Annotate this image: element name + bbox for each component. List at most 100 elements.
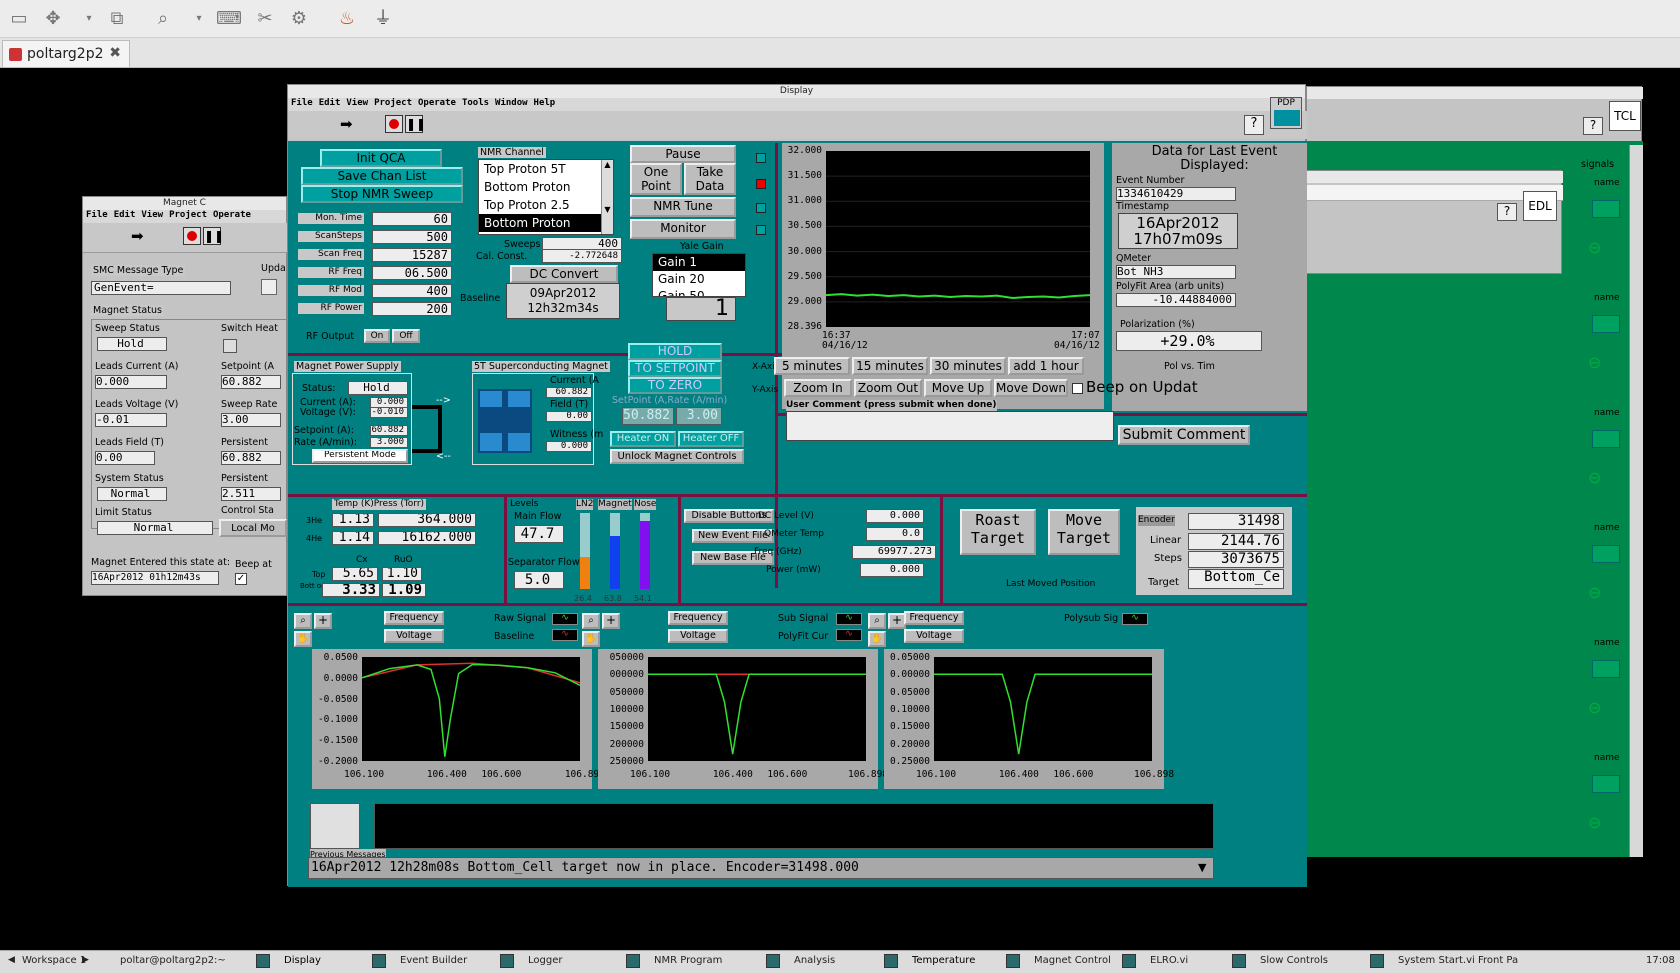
tab-poltarg2p2[interactable]: poltarg2p2 ✖	[2, 40, 130, 67]
voltage-button[interactable]: Voltage	[668, 629, 728, 643]
voltage-button[interactable]: Voltage	[384, 629, 444, 643]
close-icon[interactable]: ✖	[109, 45, 121, 61]
param-value[interactable]: 60	[372, 212, 452, 226]
menu-project[interactable]: Project	[374, 98, 412, 108]
stop-nmr-sweep-button[interactable]: Stop NMR Sweep	[301, 185, 463, 203]
move-up-button[interactable]: Move Up	[924, 379, 992, 397]
signal-slot[interactable]	[1592, 315, 1620, 333]
move-target-button[interactable]: Move Target	[1048, 509, 1120, 555]
menu-tools[interactable]: Tools	[462, 98, 489, 108]
hand-icon[interactable]: ✋	[582, 631, 600, 647]
x-15min-button[interactable]: 15 minutes	[852, 357, 928, 375]
nmr-tune-button[interactable]: NMR Tune	[630, 197, 736, 217]
signal-slot[interactable]	[1592, 430, 1620, 448]
list-item[interactable]: Top Proton 5T	[479, 160, 601, 178]
keyboard-icon[interactable]: ⌨	[216, 6, 242, 32]
crosshair-icon[interactable]: +	[314, 613, 332, 629]
roast-target-button[interactable]: Roast Target	[960, 509, 1036, 555]
knob-icon[interactable]: ⊖	[1588, 353, 1618, 375]
abort-icon[interactable]	[385, 115, 403, 133]
take-data-button[interactable]: Take Data	[684, 163, 736, 195]
window-icon[interactable]: ▭	[6, 6, 32, 32]
move-icon[interactable]: ✥	[40, 6, 66, 32]
monitor-button[interactable]: Monitor	[630, 219, 736, 239]
hand-icon[interactable]: ✋	[868, 631, 886, 647]
settings-icon[interactable]: ⚙	[286, 6, 312, 32]
menu-view[interactable]: View	[141, 210, 163, 220]
dropdown-icon[interactable]: ▾	[186, 6, 212, 32]
signal-slot[interactable]	[1592, 200, 1620, 218]
taskbar-item[interactable]: poltar@poltarg2p2:~	[120, 955, 226, 966]
taskbar-item[interactable]: System Start.vi Front Pa	[1398, 955, 1518, 966]
zoom-icon[interactable]: ⌕	[294, 613, 312, 629]
taskbar-item[interactable]: Magnet Control	[1034, 955, 1111, 966]
move-down-button[interactable]: Move Down	[994, 379, 1068, 397]
cut-icon[interactable]: ✂	[252, 6, 278, 32]
knob-icon[interactable]: ⊖	[1588, 583, 1618, 605]
pause-button[interactable]: Pause	[630, 145, 736, 163]
copy-icon[interactable]: ⧉	[104, 6, 130, 32]
x-30min-button[interactable]: 30 minutes	[930, 357, 1006, 375]
user-comment-input[interactable]	[786, 411, 1114, 441]
taskbar-item[interactable]: Slow Controls	[1260, 955, 1328, 966]
update-toggle[interactable]	[261, 279, 277, 295]
save-chan-list-button[interactable]: Save Chan List	[301, 167, 463, 185]
control-button[interactable]: Local Mo	[219, 519, 287, 537]
menu-view[interactable]: View	[346, 98, 368, 108]
menu-operate[interactable]: Operate	[418, 98, 456, 108]
persistent-mode-button[interactable]: Persistent Mode	[312, 449, 408, 463]
help-icon[interactable]: ?	[1583, 117, 1603, 135]
zoom-icon[interactable]: ⌕	[582, 613, 600, 629]
knob-icon[interactable]: ⊖	[1588, 238, 1618, 260]
to-setpoint-button[interactable]: TO SETPOINT	[628, 360, 722, 377]
menu-file[interactable]: File	[291, 98, 313, 108]
menu-project[interactable]: Project	[169, 210, 207, 220]
list-scrollbar[interactable]: ▲ ▼	[601, 160, 613, 234]
frequency-button[interactable]: Frequency	[904, 611, 964, 625]
knob-icon[interactable]: ⊖	[1588, 698, 1618, 720]
run-arrow-icon[interactable]: ➡	[340, 115, 353, 133]
list-item[interactable]: Bottom Proton	[479, 178, 601, 196]
one-point-button[interactable]: One Point	[630, 163, 682, 195]
zoom-icon[interactable]: ⌕	[868, 613, 886, 629]
list-item[interactable]: Gain 20	[653, 271, 745, 288]
zoom-icon[interactable]: ⌕	[150, 6, 176, 32]
hold-button[interactable]: HOLD	[628, 343, 722, 360]
taskbar-item[interactable]: Logger	[528, 955, 562, 966]
to-zero-button[interactable]: TO ZERO	[628, 377, 722, 394]
signal-slot[interactable]	[1592, 660, 1620, 678]
frequency-button[interactable]: Frequency	[384, 611, 444, 625]
list-item-selected[interactable]: Gain 1	[653, 254, 745, 271]
signal-slot[interactable]	[1592, 775, 1620, 793]
dropdown-icon[interactable]: ▼	[1198, 861, 1206, 874]
param-value[interactable]: 06.500	[372, 266, 452, 280]
init-qca-button[interactable]: Init QCA	[320, 149, 442, 167]
heater-on-button[interactable]: Heater ON	[610, 431, 676, 447]
zoom-out-button[interactable]: Zoom Out	[854, 379, 922, 397]
taskbar-item[interactable]: NMR Program	[654, 955, 722, 966]
submit-comment-button[interactable]: Submit Comment	[1118, 425, 1250, 445]
param-value[interactable]: 400	[372, 284, 452, 298]
taskbar-item[interactable]: Display	[284, 955, 321, 966]
next-workspace-icon[interactable]: ▶	[82, 955, 89, 965]
knob-icon[interactable]: ⊖	[1588, 813, 1618, 835]
knob-icon[interactable]: ⊖	[1588, 468, 1618, 490]
menu-operate[interactable]: Operate	[213, 210, 251, 220]
menu-help[interactable]: Help	[534, 98, 556, 108]
abort-icon[interactable]	[183, 227, 201, 245]
heater-off-button[interactable]: Heater OFF	[678, 431, 744, 447]
pause-icon[interactable]: ❚❚	[405, 115, 426, 133]
gain-list[interactable]: Gain 1 Gain 20 Gain 50	[652, 253, 746, 297]
zoom-in-button[interactable]: Zoom In	[784, 379, 852, 397]
workspace-label[interactable]: Workspace 1	[22, 955, 86, 966]
fire-icon[interactable]: ♨	[334, 6, 360, 32]
unlock-magnet-button[interactable]: Unlock Magnet Controls	[610, 449, 744, 464]
beep-checkbox[interactable]: ✓	[235, 573, 247, 585]
menu-file[interactable]: File	[86, 210, 108, 220]
rf-off-button[interactable]: Off	[392, 329, 420, 343]
menu-window[interactable]: Window	[495, 98, 528, 108]
param-value[interactable]: 200	[372, 302, 452, 316]
frequency-button[interactable]: Frequency	[668, 611, 728, 625]
voltage-button[interactable]: Voltage	[904, 629, 964, 643]
taskbar-item[interactable]: Analysis	[794, 955, 835, 966]
